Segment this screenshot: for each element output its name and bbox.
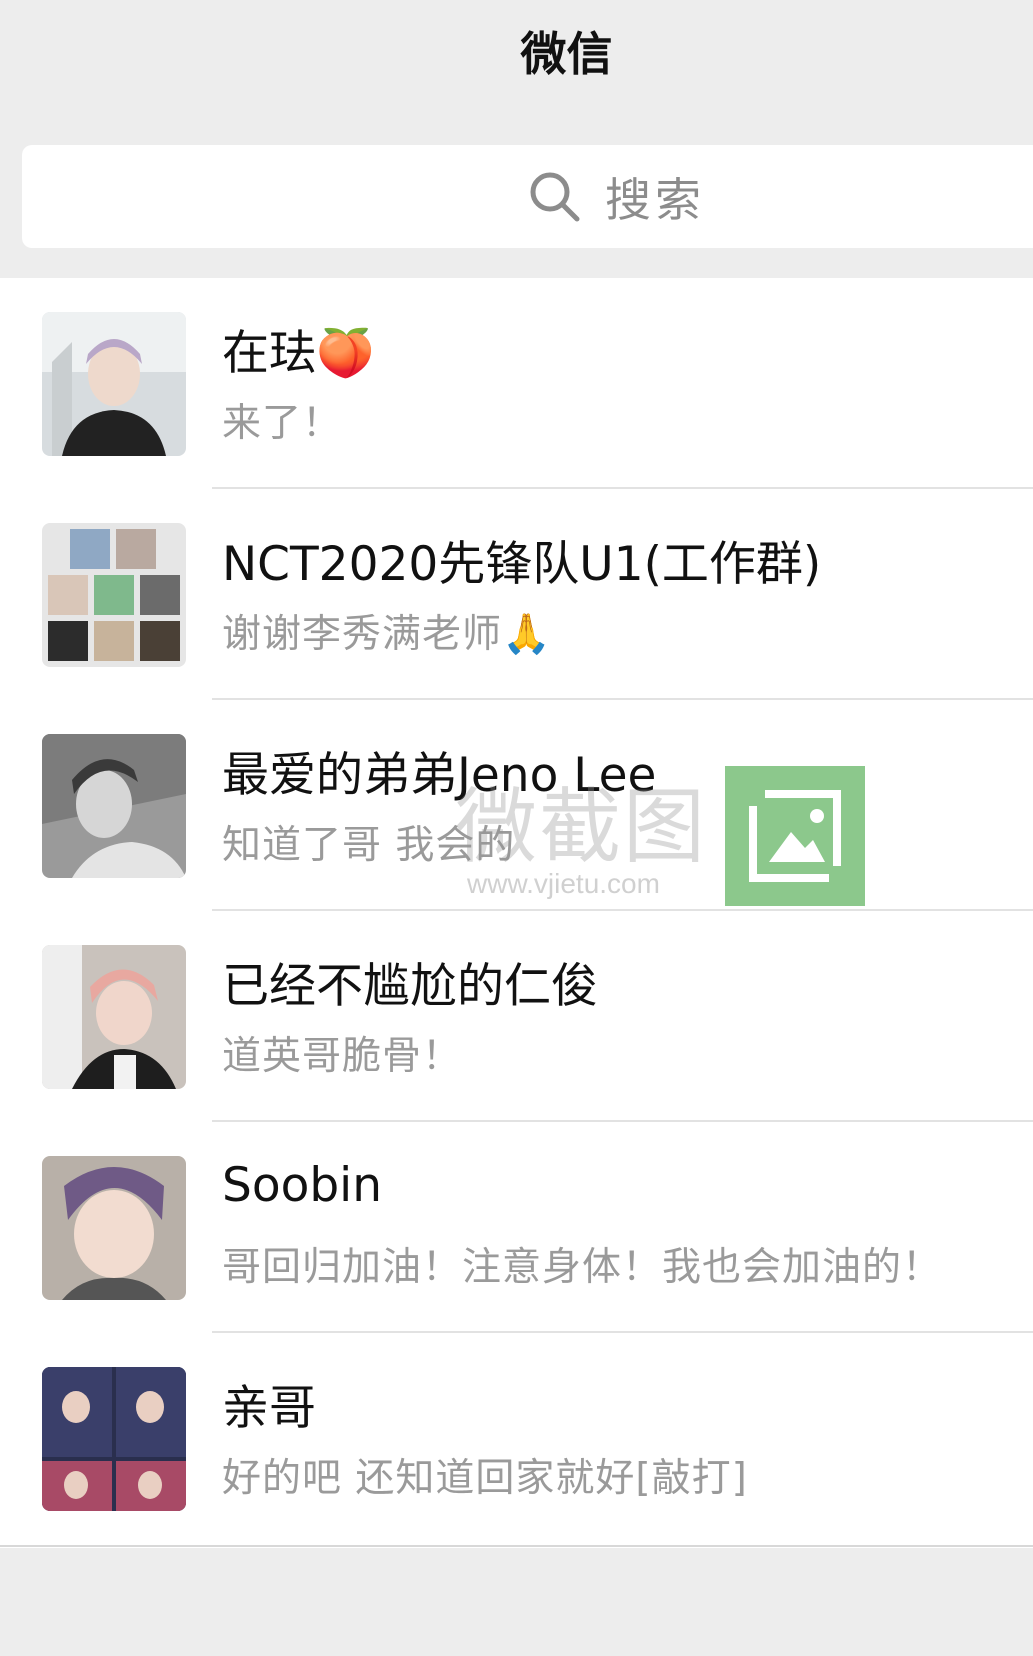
chat-name: 已经不尴尬的仁俊: [222, 959, 598, 1014]
watermark: 微截图 www.vjietu.com: [455, 760, 875, 910]
avatar[interactable]: [42, 1156, 186, 1300]
chat-preview: 好的吧 还知道回家就好[敲打]: [222, 1456, 748, 1501]
group-avatar[interactable]: [42, 523, 186, 667]
search-icon: [530, 172, 580, 222]
chat-name: NCT2020先锋队U1(工作群): [222, 537, 822, 592]
chat-row[interactable]: 已经不尴尬的仁俊 道英哥脆骨！: [0, 911, 1033, 1122]
avatar[interactable]: [42, 734, 186, 878]
chat-name: Soobin: [222, 1158, 383, 1213]
search-bar[interactable]: 搜索: [22, 145, 1033, 248]
chat-list: 在珐🍑 来了！ NCT2020先锋队U1(工作群) 谢谢李秀满老师🙏 最爱的弟弟…: [0, 278, 1033, 1548]
avatar[interactable]: [42, 945, 186, 1089]
chat-row[interactable]: Soobin 哥回归加油！注意身体！我也会加油的！: [0, 1122, 1033, 1333]
search-placeholder: 搜索: [605, 173, 705, 227]
page-title: 微信: [520, 27, 613, 81]
chat-preview: 来了！: [222, 401, 343, 446]
chat-row[interactable]: 亲哥 好的吧 还知道回家就好[敲打]: [0, 1333, 1033, 1544]
chat-row[interactable]: 在珐🍑 来了！: [0, 278, 1033, 489]
image-icon: [725, 766, 865, 906]
chat-row[interactable]: NCT2020先锋队U1(工作群) 谢谢李秀满老师🙏: [0, 489, 1033, 700]
watermark-text: 微截图: [455, 780, 708, 875]
nav-header: 微信: [0, 0, 1033, 100]
chat-name: 亲哥: [222, 1381, 316, 1436]
list-bottom-divider: [0, 1545, 1033, 1547]
chat-preview: 哥回归加油！注意身体！我也会加油的！: [222, 1245, 943, 1290]
chat-preview: 谢谢李秀满老师🙏: [222, 612, 552, 657]
chat-name: 在珐🍑: [222, 326, 375, 381]
chat-preview: 道英哥脆骨！: [222, 1034, 463, 1079]
avatar[interactable]: [42, 1367, 186, 1511]
avatar[interactable]: [42, 312, 186, 456]
watermark-url: www.vjietu.com: [467, 868, 660, 899]
